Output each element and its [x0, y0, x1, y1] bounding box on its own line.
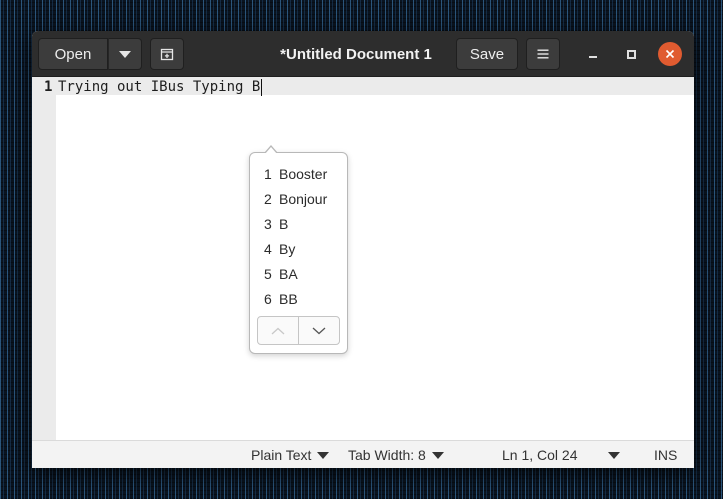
gedit-window: Open *Untitled Document 1 Save 1 Trying … [32, 31, 694, 468]
chevron-down-icon [312, 327, 326, 334]
cursor-position-selector[interactable]: Ln 1, Col 24 [502, 441, 620, 468]
chevron-up-icon [271, 327, 285, 334]
candidate-index: 6 [264, 290, 272, 307]
hamburger-menu-icon [537, 49, 549, 59]
status-bar: Plain Text Tab Width: 8 Ln 1, Col 24 INS [32, 440, 694, 468]
candidate-word: BB [279, 290, 298, 307]
candidate-item[interactable]: 1 Booster [264, 161, 327, 186]
maximize-icon [626, 49, 636, 59]
popup-pointer-fill [265, 147, 277, 154]
candidate-index: 2 [264, 190, 272, 207]
candidate-word: BA [279, 265, 298, 282]
save-button[interactable]: Save [456, 38, 518, 70]
open-button[interactable]: Open [38, 38, 108, 70]
minimize-icon [589, 56, 597, 58]
chevron-down-icon [607, 451, 620, 459]
new-tab-icon [160, 48, 174, 61]
minimize-button[interactable] [581, 42, 605, 66]
candidate-item[interactable]: 3 B [264, 211, 327, 236]
candidate-index: 4 [264, 240, 272, 257]
chevron-down-icon [431, 451, 444, 459]
text-cursor [261, 78, 263, 96]
tab-width-selector[interactable]: Tab Width: 8 [348, 441, 444, 468]
editor-line-1[interactable]: Trying out IBus Typing B [58, 78, 263, 96]
language-selector[interactable]: Plain Text [251, 441, 330, 468]
candidate-page-up-button[interactable] [258, 317, 298, 344]
candidate-word: Bonjour [279, 190, 328, 207]
candidate-item[interactable]: 6 BB [264, 286, 327, 311]
candidate-index: 5 [264, 265, 272, 282]
candidate-word: Booster [279, 165, 328, 182]
candidate-item[interactable]: 2 Bonjour [264, 186, 327, 211]
insert-mode-indicator[interactable]: INS [654, 441, 677, 468]
candidate-index: 3 [264, 215, 272, 232]
tab-width-label: Tab Width: 8 [348, 447, 426, 463]
ibus-candidate-popup: 1 Booster 2 Bonjour 3 B 4 By 5 BA 6 BB [249, 145, 348, 354]
candidate-item[interactable]: 4 By [264, 236, 327, 261]
line-number-gutter [32, 77, 56, 440]
candidate-index: 1 [264, 165, 272, 182]
main-menu-button[interactable] [526, 38, 560, 70]
candidate-item[interactable]: 5 BA [264, 261, 327, 286]
cursor-position-label: Ln 1, Col 24 [502, 447, 578, 463]
chevron-down-icon [119, 50, 131, 58]
line-number: 1 [44, 79, 53, 95]
candidate-page-down-button[interactable] [298, 317, 339, 344]
document-title: *Untitled Document 1 [280, 45, 432, 63]
language-label: Plain Text [251, 447, 312, 463]
text-editor-area[interactable]: 1 Trying out IBus Typing B 1 Booster 2 B… [32, 77, 694, 440]
new-tab-button[interactable] [150, 38, 184, 70]
editor-line-text: Trying out IBus Typing B [58, 79, 261, 95]
chevron-down-icon [317, 451, 330, 459]
header-bar: Open *Untitled Document 1 Save [32, 31, 694, 77]
candidate-page-nav [257, 316, 340, 345]
candidate-word: B [279, 215, 289, 232]
candidate-word: By [279, 240, 296, 257]
open-recent-dropdown-button[interactable] [108, 38, 142, 70]
maximize-button[interactable] [619, 42, 643, 66]
close-icon [665, 49, 675, 59]
insert-mode-label: INS [654, 447, 678, 463]
close-button[interactable] [658, 42, 682, 66]
candidate-list: 1 Booster 2 Bonjour 3 B 4 By 5 BA 6 BB [264, 161, 327, 311]
